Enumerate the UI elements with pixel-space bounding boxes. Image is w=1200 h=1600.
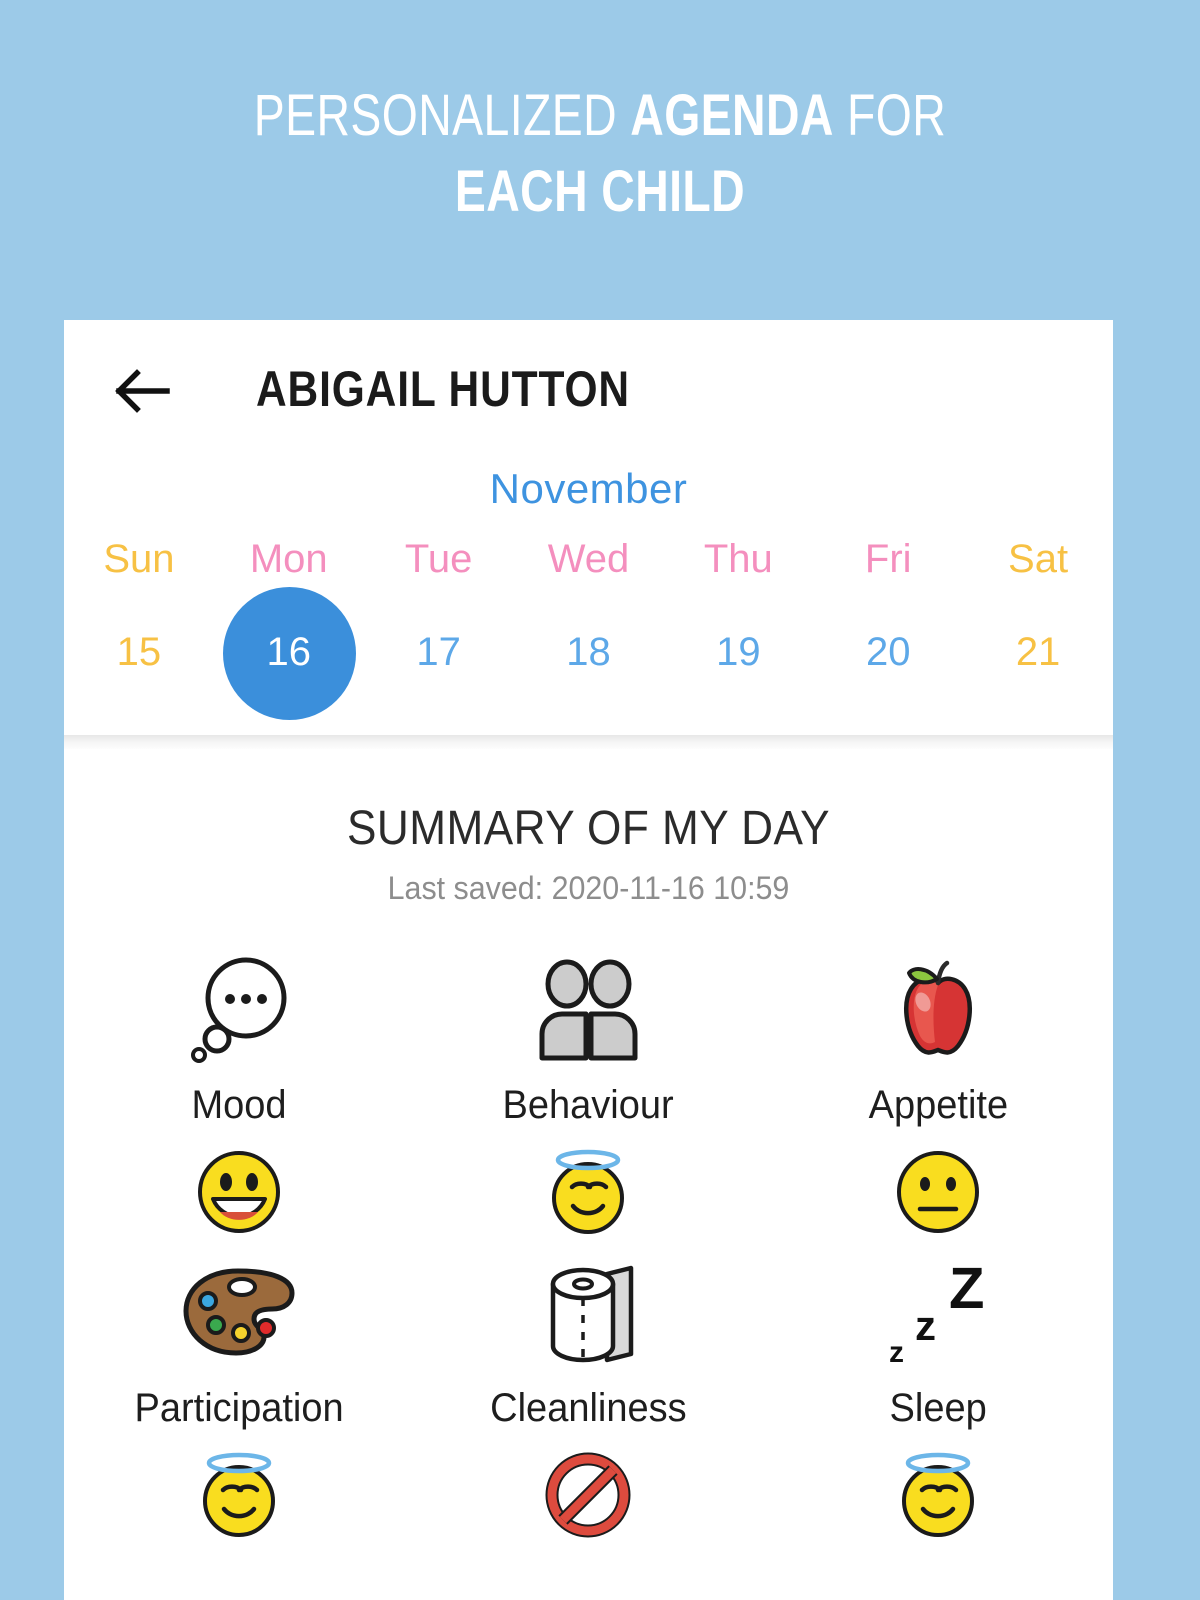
svg-text:Z: Z bbox=[949, 1258, 984, 1321]
calendar-date-cell-selected[interactable]: 16 bbox=[214, 587, 364, 720]
grinning-face-emoji[interactable] bbox=[196, 1144, 282, 1240]
calendar-dayofweek-label: Mon bbox=[249, 537, 328, 581]
metric-sleep[interactable]: Z z z Sleep bbox=[763, 1258, 1113, 1543]
artist-palette-icon bbox=[180, 1258, 298, 1368]
calendar-column-fri[interactable]: Fri 20 bbox=[813, 531, 963, 717]
calendar-date-cell[interactable]: 17 bbox=[364, 587, 514, 717]
calendar-dayofweek-label: Wed bbox=[547, 537, 630, 581]
calendar-date-label: 20 bbox=[865, 629, 911, 674]
metric-participation[interactable]: Participation bbox=[64, 1258, 414, 1543]
section-divider bbox=[64, 735, 1113, 749]
smiling-face-with-halo-emoji[interactable] bbox=[540, 1144, 636, 1240]
metric-label: Sleep bbox=[889, 1386, 987, 1430]
last-saved-text: Last saved: 2020-11-16 10:59 bbox=[387, 870, 790, 906]
calendar-date-cell[interactable]: 19 bbox=[663, 587, 813, 717]
calendar-dayofweek-label: Tue bbox=[404, 537, 473, 581]
calendar-date-label: 16 bbox=[266, 629, 312, 674]
calendar-column-sat[interactable]: Sat 21 bbox=[963, 531, 1113, 717]
promo-heading-line-1: PERSONALIZED AGENDA FOR bbox=[120, 78, 1080, 154]
summary-title: SUMMARY OF MY DAY bbox=[346, 802, 831, 855]
metric-appetite[interactable]: Appetite bbox=[763, 955, 1113, 1240]
back-button[interactable] bbox=[114, 367, 172, 415]
smiling-face-with-halo-emoji[interactable] bbox=[890, 1447, 986, 1543]
calendar-date-label: 15 bbox=[116, 629, 162, 674]
promo-heading-line-1-part-a: PERSONALIZED bbox=[253, 83, 631, 148]
page-title: ABIGAIL HUTTON bbox=[256, 361, 630, 417]
metric-label: Mood bbox=[191, 1083, 287, 1127]
metric-mood[interactable]: Mood bbox=[64, 955, 414, 1240]
promo-heading: PERSONALIZED AGENDA FOR EACH CHILD bbox=[120, 78, 1080, 230]
promo-heading-line-1-bold: AGENDA bbox=[630, 83, 834, 148]
calendar-date-cell[interactable]: 21 bbox=[963, 587, 1113, 717]
app-bar: ABIGAIL HUTTON bbox=[64, 320, 1113, 465]
smiling-face-with-halo-emoji[interactable] bbox=[191, 1447, 287, 1543]
calendar-dayofweek-label: Sat bbox=[1008, 537, 1069, 581]
calendar-date-label: 19 bbox=[716, 629, 761, 674]
metric-label: Behaviour bbox=[502, 1083, 675, 1127]
promo-heading-line-2: EACH CHILD bbox=[454, 159, 746, 224]
neutral-face-emoji[interactable] bbox=[895, 1144, 981, 1240]
calendar-strip: November Sun 15 Mon 16 Tue 17 Wed 18 Thu… bbox=[64, 465, 1113, 735]
calendar-day-grid: Sun 15 Mon 16 Tue 17 Wed 18 Thu 19 Fri 2… bbox=[64, 531, 1113, 720]
zzz-icon: Z z z bbox=[877, 1258, 999, 1368]
calendar-date-label: 18 bbox=[566, 629, 611, 674]
calendar-dayofweek-label: Sun bbox=[103, 537, 175, 581]
two-people-icon bbox=[528, 955, 648, 1065]
calendar-column-mon[interactable]: Mon 16 bbox=[214, 531, 364, 720]
calendar-date-cell[interactable]: 15 bbox=[64, 587, 214, 717]
calendar-dayofweek-label: Thu bbox=[703, 537, 773, 581]
svg-text:z: z bbox=[915, 1302, 936, 1349]
metric-behaviour[interactable]: Behaviour bbox=[414, 955, 764, 1240]
calendar-month-label: November bbox=[489, 465, 688, 512]
arrow-left-icon bbox=[115, 369, 171, 413]
summary-section: SUMMARY OF MY DAY Last saved: 2020-11-16… bbox=[64, 749, 1113, 1543]
calendar-column-sun[interactable]: Sun 15 bbox=[64, 531, 214, 717]
calendar-column-thu[interactable]: Thu 19 bbox=[663, 531, 813, 717]
promo-heading-line-1-part-b: FOR bbox=[833, 83, 947, 148]
calendar-date-label: 17 bbox=[416, 629, 461, 674]
calendar-date-cell[interactable]: 20 bbox=[813, 587, 963, 717]
apple-icon bbox=[885, 955, 991, 1065]
metric-label: Appetite bbox=[868, 1083, 1008, 1127]
calendar-dayofweek-label: Fri bbox=[864, 537, 912, 581]
calendar-column-wed[interactable]: Wed 18 bbox=[514, 531, 664, 717]
phone-screen-card: ABIGAIL HUTTON November Sun 15 Mon 16 Tu… bbox=[64, 320, 1113, 1600]
thought-bubble-icon bbox=[184, 955, 294, 1065]
svg-text:z: z bbox=[889, 1336, 904, 1368]
metric-cleanliness[interactable]: Cleanliness bbox=[414, 1258, 764, 1543]
calendar-date-label: 21 bbox=[1015, 629, 1061, 674]
calendar-date-cell[interactable]: 18 bbox=[514, 587, 664, 717]
toilet-paper-icon bbox=[535, 1258, 641, 1368]
metric-grid: Mood Behaviour Appetite Participation Cl… bbox=[64, 955, 1113, 1543]
metric-label: Participation bbox=[134, 1386, 344, 1430]
prohibited-sign-emoji[interactable] bbox=[545, 1447, 631, 1543]
metric-label: Cleanliness bbox=[490, 1386, 687, 1430]
calendar-column-tue[interactable]: Tue 17 bbox=[364, 531, 514, 717]
